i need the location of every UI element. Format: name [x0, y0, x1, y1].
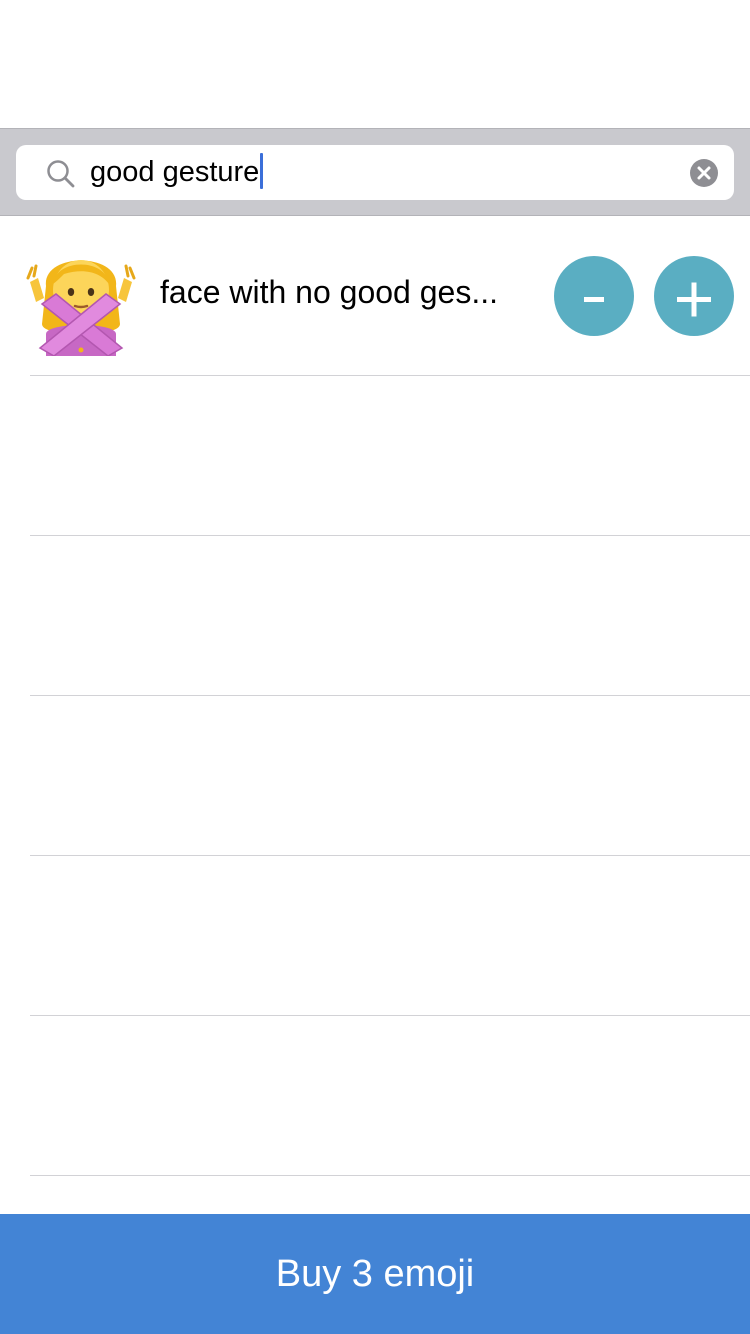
- list-item: [0, 696, 750, 856]
- minus-icon: [584, 297, 604, 302]
- status-area: [0, 0, 750, 128]
- decrease-quantity-button[interactable]: [554, 256, 634, 336]
- plus-icon: [677, 282, 711, 317]
- search-input[interactable]: good gesture: [90, 145, 264, 200]
- list-item[interactable]: face with no good ges...: [0, 216, 750, 376]
- list-item: [0, 1016, 750, 1176]
- list-item: [0, 856, 750, 1016]
- clear-search-button[interactable]: [690, 159, 718, 187]
- text-caret: [260, 153, 264, 190]
- search-field[interactable]: good gesture: [16, 145, 734, 200]
- list-item: [0, 536, 750, 696]
- emoji-name-label: face with no good ges...: [160, 274, 498, 310]
- list-item: [0, 376, 750, 536]
- clear-icon: [697, 166, 711, 180]
- face-with-no-good-gesture-emoji: [26, 260, 136, 356]
- emoji-results-list: face with no good ges...: [0, 216, 750, 1176]
- search-bar: good gesture: [0, 128, 750, 216]
- increase-quantity-button[interactable]: [654, 256, 734, 336]
- search-icon: [47, 160, 75, 188]
- search-query-text: good gesture: [90, 156, 260, 188]
- buy-button[interactable]: Buy 3 emoji: [0, 1214, 750, 1334]
